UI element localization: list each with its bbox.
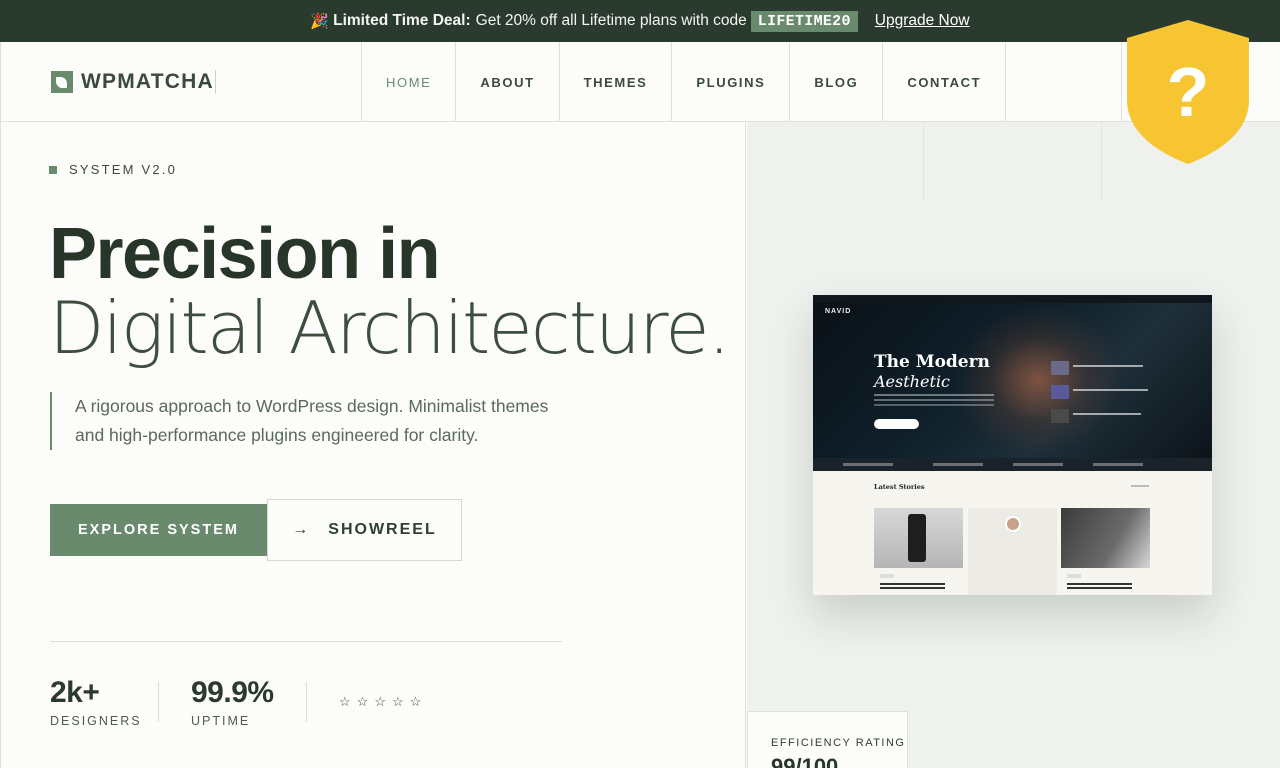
stat-value: 99.9% [191, 676, 274, 709]
preview-line [1073, 413, 1141, 415]
question-mark-shield-icon[interactable]: ? [1127, 20, 1249, 164]
efficiency-card: EFFICIENCY RATING 99/100 [747, 711, 908, 768]
ticker-item [843, 463, 893, 466]
preview-line [1073, 365, 1143, 367]
nav-themes[interactable]: THEMES [560, 42, 673, 122]
preview-brand: NAVID [825, 308, 852, 315]
nav-home[interactable]: HOME [362, 42, 457, 122]
preview-view-all [1131, 485, 1149, 487]
preview-line [1073, 389, 1148, 391]
preview-card-image [1061, 508, 1150, 568]
hero-title-line2: Digital Architecture. [49, 286, 731, 370]
efficiency-value: 99/100 [771, 754, 839, 768]
promo-code: LIFETIME20 [750, 10, 858, 32]
nav-plugins[interactable]: PLUGINS [672, 42, 791, 122]
preview-card [1061, 508, 1150, 595]
star-icon: ☆ [409, 694, 422, 709]
logo[interactable]: WPMATCHA [51, 70, 216, 94]
preview-card [968, 508, 1057, 595]
star-icon: ☆ [374, 694, 386, 709]
ticker-item [1013, 463, 1063, 466]
header-divider [1121, 42, 1122, 122]
site-header: WPMATCHA HOME ABOUT THEMES PLUGINS BLOG … [0, 42, 1280, 122]
stat-separator [306, 682, 307, 722]
preview-thumb [1051, 409, 1069, 423]
promo-text: Get 20% off all Lifetime plans with code [475, 12, 747, 29]
preview-glow [953, 305, 1123, 455]
leaf-logo-icon [51, 71, 73, 93]
stat-value: 2k+ [50, 676, 100, 709]
star-icon: ☆ [356, 694, 369, 709]
stat-label: UPTIME [191, 714, 251, 728]
star-icon: ☆ [391, 694, 404, 709]
preview-title-line1: The Modern [874, 352, 990, 372]
preview-card [874, 508, 963, 595]
main-nav: HOME ABOUT THEMES PLUGINS BLOG CONTACT [361, 42, 1007, 122]
arrow-right-icon: → [292, 521, 311, 538]
preview-latest-label: Latest Stories [874, 483, 925, 491]
preview-caption [880, 583, 945, 585]
star-icon: ☆ [339, 694, 351, 709]
grid-line [1101, 122, 1102, 200]
ticker-item [933, 463, 983, 466]
grid-line [923, 122, 924, 200]
nav-contact[interactable]: CONTACT [883, 42, 1007, 122]
preview-tag [1067, 574, 1081, 578]
question-mark-glyph: ? [1167, 53, 1210, 131]
nav-about[interactable]: ABOUT [456, 42, 560, 122]
showreel-label: SHOWREEL [328, 521, 437, 538]
promo-bar: 🎉 Limited Time Deal: Get 20% off all Lif… [0, 0, 1280, 42]
preview-read-button [874, 419, 919, 429]
hero-lead: A rigorous approach to WordPress design.… [50, 392, 550, 450]
efficiency-label: EFFICIENCY RATING [771, 737, 906, 749]
preview-avatar [1005, 516, 1021, 532]
showreel-button[interactable]: → SHOWREEL [267, 499, 462, 561]
preview-subtext [874, 394, 994, 396]
eyebrow-text: SYSTEM V2.0 [69, 162, 178, 177]
stat-designers: 2k+ DESIGNERS [50, 676, 142, 728]
explore-system-button[interactable]: EXPLORE SYSTEM [50, 504, 267, 556]
stat-uptime: 99.9% UPTIME [191, 676, 274, 728]
hero-visual-panel: NAVID The Modern Aesthetic Latest Storie… [747, 122, 1280, 768]
rating-stars: ☆ ☆ ☆ ☆ ☆ [339, 694, 421, 710]
ticker-item [1093, 463, 1143, 466]
preview-thumb [1051, 361, 1069, 375]
upgrade-now-link[interactable]: Upgrade Now [875, 12, 970, 30]
preview-ticker [813, 458, 1212, 471]
hero-eyebrow: SYSTEM V2.0 [49, 162, 177, 177]
preview-topbar [813, 295, 1212, 303]
logo-text: WPMATCHA [81, 70, 216, 94]
square-bullet-icon [49, 165, 57, 174]
preview-title-line2: Aesthetic [874, 372, 950, 391]
hero-title-line1: Precision in [49, 214, 441, 294]
preview-hero: NAVID The Modern Aesthetic [813, 295, 1212, 471]
nav-blog[interactable]: BLOG [790, 42, 884, 122]
stats-divider [50, 641, 562, 642]
promo-label: Limited Time Deal: [333, 12, 471, 29]
stat-separator [158, 682, 159, 722]
preview-tag [880, 574, 894, 578]
stat-label: DESIGNERS [50, 714, 142, 728]
hero-section: SYSTEM V2.0 Precision in Digital Archite… [0, 122, 746, 768]
preview-caption [1067, 583, 1132, 585]
theme-preview-image: NAVID The Modern Aesthetic Latest Storie… [813, 295, 1212, 595]
preview-card-image [874, 508, 963, 568]
preview-thumb [1051, 385, 1069, 399]
party-icon: 🎉 [310, 13, 330, 30]
